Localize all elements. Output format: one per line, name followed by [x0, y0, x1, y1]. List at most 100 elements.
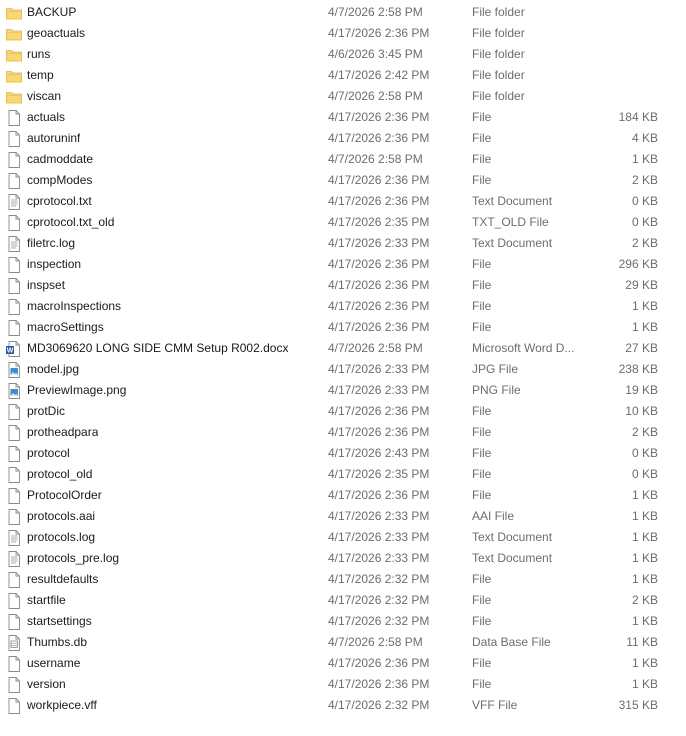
folder-icon: [5, 88, 23, 106]
text-document-icon: [5, 529, 23, 547]
folder-row[interactable]: viscan 4/7/2026 2:58 PM File folder: [0, 86, 686, 107]
date-modified: 4/7/2026 2:58 PM: [328, 5, 423, 19]
file-row[interactable]: W MD3069620 LONG SIDE CMM Setup R002.docx…: [0, 338, 686, 359]
file-name: startsettings: [27, 614, 92, 628]
file-icon: [5, 151, 23, 169]
date-modified: 4/7/2026 2:58 PM: [328, 89, 423, 103]
folder-icon: [5, 4, 23, 22]
database-file-icon: [5, 634, 23, 652]
folder-row[interactable]: BACKUP 4/7/2026 2:58 PM File folder: [0, 2, 686, 23]
file-icon: [5, 172, 23, 190]
folder-icon: [5, 25, 23, 43]
date-modified: 4/17/2026 2:36 PM: [328, 656, 430, 670]
file-row[interactable]: model.jpg 4/17/2026 2:33 PM JPG File 238 KB: [0, 359, 686, 380]
file-row[interactable]: cprotocol.txt 4/17/2026 2:36 PM Text Docum…: [0, 191, 686, 212]
file-icon: [5, 676, 23, 694]
file-type: File: [472, 467, 492, 481]
file-size: 11 KB: [626, 635, 658, 649]
file-type: TXT_OLD File: [472, 215, 549, 229]
file-row[interactable]: protocols.log 4/17/2026 2:33 PM Text Docum…: [0, 527, 686, 548]
file-name: workpiece.vff: [27, 698, 97, 712]
file-row[interactable]: workpiece.vff 4/17/2026 2:32 PM VFF File 31…: [0, 695, 686, 716]
file-name: username: [27, 656, 81, 670]
file-row[interactable]: protocol 4/17/2026 2:43 PM File 0 KB: [0, 443, 686, 464]
file-name: protDic: [27, 404, 66, 418]
file-row[interactable]: ProtocolOrder 4/17/2026 2:36 PM File 1 KB: [0, 485, 686, 506]
file-size: 10 KB: [625, 404, 658, 418]
file-type: VFF File: [472, 698, 518, 712]
file-size: 1 KB: [631, 152, 658, 166]
file-row[interactable]: cadmoddate 4/7/2026 2:58 PM File 1 KB: [0, 149, 686, 170]
file-icon: [5, 508, 23, 526]
date-modified: 4/17/2026 2:35 PM: [328, 215, 430, 229]
file-row[interactable]: startsettings 4/17/2026 2:32 PM File 1 KB: [0, 611, 686, 632]
file-row[interactable]: macroInspections 4/17/2026 2:36 PM File 1 K…: [0, 296, 686, 317]
date-modified: 4/17/2026 2:35 PM: [328, 467, 430, 481]
date-modified: 4/17/2026 2:32 PM: [328, 593, 430, 607]
date-modified: 4/17/2026 2:33 PM: [328, 551, 430, 565]
file-row[interactable]: compModes 4/17/2026 2:36 PM File 2 KB: [0, 170, 686, 191]
file-name: temp: [27, 68, 54, 82]
file-name: ProtocolOrder: [27, 488, 102, 502]
file-row[interactable]: Thumbs.db 4/7/2026 2:58 PM Data Base File 1…: [0, 632, 686, 653]
file-type: File: [472, 299, 492, 313]
file-size: 0 KB: [631, 467, 658, 481]
folder-icon: [5, 46, 23, 64]
date-modified: 4/17/2026 2:32 PM: [328, 572, 430, 586]
file-name: runs: [27, 47, 51, 61]
file-icon: [5, 487, 23, 505]
file-row[interactable]: resultdefaults 4/17/2026 2:32 PM File 1 KB: [0, 569, 686, 590]
file-size: 1 KB: [631, 509, 658, 523]
file-row[interactable]: inspection 4/17/2026 2:36 PM File 296 KB: [0, 254, 686, 275]
file-row[interactable]: actuals 4/17/2026 2:36 PM File 184 KB: [0, 107, 686, 128]
file-name: resultdefaults: [27, 572, 99, 586]
date-modified: 4/17/2026 2:36 PM: [328, 320, 430, 334]
file-type: Text Document: [472, 236, 553, 250]
file-row[interactable]: protheadpara 4/17/2026 2:36 PM File 2 KB: [0, 422, 686, 443]
file-row[interactable]: protocols.aai 4/17/2026 2:33 PM AAI File 1 …: [0, 506, 686, 527]
date-modified: 4/17/2026 2:43 PM: [328, 446, 430, 460]
date-modified: 4/7/2026 2:58 PM: [328, 635, 423, 649]
file-type: File: [472, 656, 492, 670]
file-row[interactable]: PreviewImage.png 4/17/2026 2:33 PM PNG Fil…: [0, 380, 686, 401]
file-size: 1 KB: [631, 530, 658, 544]
file-name: cprotocol.txt_old: [27, 215, 115, 229]
file-size: 4 KB: [631, 131, 658, 145]
file-icon: [5, 445, 23, 463]
file-type: Data Base File: [472, 635, 551, 649]
date-modified: 4/17/2026 2:33 PM: [328, 383, 430, 397]
date-modified: 4/17/2026 2:36 PM: [328, 677, 430, 691]
date-modified: 4/17/2026 2:36 PM: [328, 110, 430, 124]
file-type: File: [472, 404, 492, 418]
file-name: actuals: [27, 110, 66, 124]
file-type: File: [472, 614, 492, 628]
file-row[interactable]: version 4/17/2026 2:36 PM File 1 KB: [0, 674, 686, 695]
file-name: PreviewImage.png: [27, 383, 127, 397]
file-row[interactable]: inspset 4/17/2026 2:36 PM File 29 KB: [0, 275, 686, 296]
file-size: 2 KB: [631, 593, 658, 607]
date-modified: 4/17/2026 2:32 PM: [328, 698, 430, 712]
file-type: File: [472, 593, 492, 607]
file-row[interactable]: protocols_pre.log 4/17/2026 2:33 PM Text D…: [0, 548, 686, 569]
file-size: 184 KB: [618, 110, 658, 124]
text-document-icon: [5, 193, 23, 211]
file-type: File folder: [472, 89, 525, 103]
file-row[interactable]: filetrc.log 4/17/2026 2:33 PM Text Documen…: [0, 233, 686, 254]
file-type: File folder: [472, 5, 525, 19]
file-row[interactable]: startfile 4/17/2026 2:32 PM File 2 KB: [0, 590, 686, 611]
file-row[interactable]: username 4/17/2026 2:36 PM File 1 KB: [0, 653, 686, 674]
folder-row[interactable]: runs 4/6/2026 3:45 PM File folder: [0, 44, 686, 65]
file-icon: [5, 424, 23, 442]
file-row[interactable]: macroSettings 4/17/2026 2:36 PM File 1 KB: [0, 317, 686, 338]
file-row[interactable]: protocol_old 4/17/2026 2:35 PM File 0 KB: [0, 464, 686, 485]
file-size: 1 KB: [631, 299, 658, 313]
file-row[interactable]: cprotocol.txt_old 4/17/2026 2:35 PM TXT_OL…: [0, 212, 686, 233]
file-type: File folder: [472, 26, 525, 40]
folder-row[interactable]: temp 4/17/2026 2:42 PM File folder: [0, 65, 686, 86]
folder-row[interactable]: geoactuals 4/17/2026 2:36 PM File folder: [0, 23, 686, 44]
file-row[interactable]: protDic 4/17/2026 2:36 PM File 10 KB: [0, 401, 686, 422]
file-size: 29 KB: [625, 278, 658, 292]
file-row[interactable]: autoruninf 4/17/2026 2:36 PM File 4 KB: [0, 128, 686, 149]
file-name: BACKUP: [27, 5, 77, 19]
date-modified: 4/17/2026 2:36 PM: [328, 26, 430, 40]
